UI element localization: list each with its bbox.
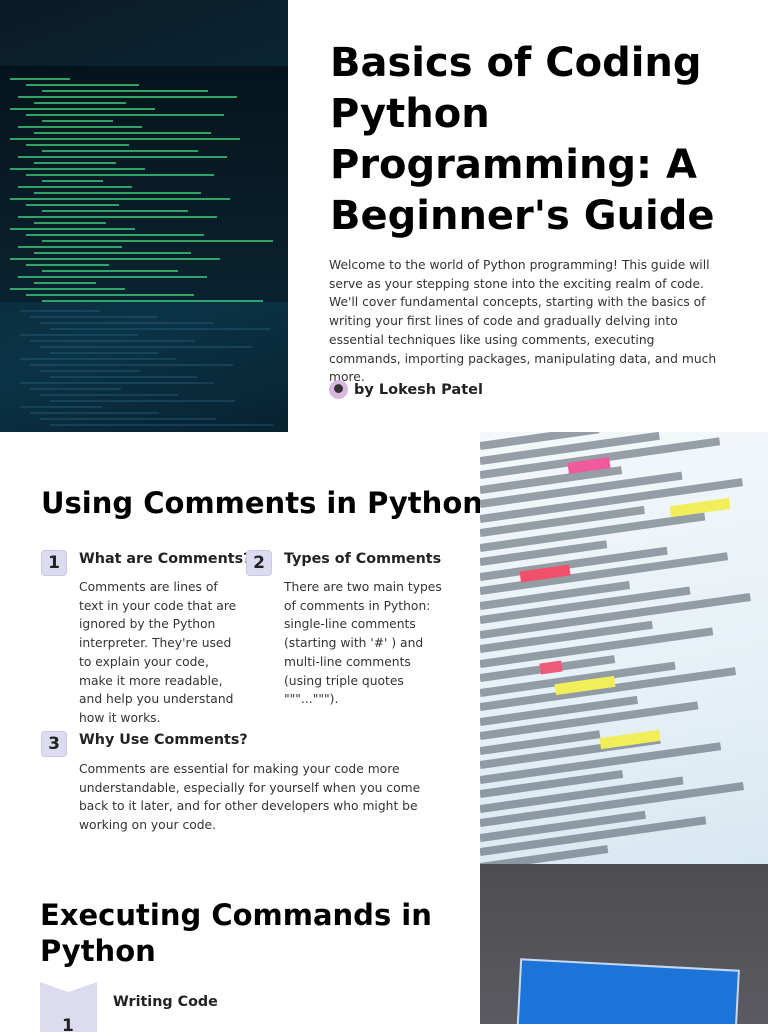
item-body: Comments are essential for making your c…: [79, 762, 421, 833]
code-line: [34, 222, 106, 224]
code-line: [50, 400, 235, 402]
code-highlight: [539, 660, 563, 675]
item-title: Types of Comments: [284, 551, 442, 567]
code-line: [34, 132, 211, 134]
laptop-image: [480, 864, 768, 1024]
executing-heading: Executing Commands in Python: [40, 898, 432, 968]
code-line: [34, 102, 126, 104]
code-line: [10, 108, 155, 110]
code-line: [30, 412, 159, 414]
code-line: [18, 186, 132, 188]
code-line: [20, 310, 100, 312]
code-line: [26, 84, 139, 86]
page-title: Basics of Coding Python Programming: A B…: [330, 40, 715, 239]
code-line: [40, 394, 178, 396]
code-line: [20, 382, 214, 384]
step-number-3: 3: [41, 731, 67, 757]
code-line: [30, 388, 121, 390]
code-line: [26, 264, 109, 266]
author-byline: by Lokesh Patel: [329, 380, 483, 399]
code-line: [42, 210, 188, 212]
code-line: [34, 252, 191, 254]
code-line: [26, 294, 194, 296]
code-line: [26, 234, 204, 236]
step-number-2: 2: [246, 550, 272, 576]
code-line: [42, 300, 263, 302]
avatar: [329, 380, 348, 399]
code-line: [42, 150, 198, 152]
code-line: [34, 282, 96, 284]
item-title: Writing Code: [113, 994, 218, 1010]
item-title: Why Use Comments?: [79, 732, 248, 748]
code-line: [42, 270, 178, 272]
code-line: [40, 418, 216, 420]
code-line: [18, 216, 217, 218]
intro-text: Welcome to the world of Python programmi…: [329, 258, 717, 385]
item-body: There are two main types of comments in …: [284, 580, 442, 707]
code-line: [34, 192, 201, 194]
code-line: [18, 276, 207, 278]
code-line: [10, 78, 70, 80]
code-line: [50, 376, 197, 378]
code-line: [26, 174, 214, 176]
code-line: [50, 424, 273, 426]
code-line: [42, 180, 103, 182]
code-line: [18, 246, 122, 248]
code-line: [18, 156, 227, 158]
code-line: [10, 258, 220, 260]
code-line: [50, 328, 271, 330]
code-line: [42, 120, 113, 122]
code-line: [18, 96, 237, 98]
comments-heading: Using Comments in Python: [41, 486, 483, 520]
code-line: [10, 288, 125, 290]
code-line: [26, 144, 129, 146]
step-number-1: 1: [41, 550, 67, 576]
code-line: [20, 334, 138, 336]
code-line: [30, 364, 233, 366]
code-line: [10, 138, 240, 140]
code-line: [20, 406, 102, 408]
code-line: [40, 346, 252, 348]
item-title: What are Comments?: [79, 551, 252, 567]
step-number: 1: [62, 1016, 74, 1036]
code-line: [18, 126, 142, 128]
item-body: Comments are lines of text in your code …: [79, 580, 237, 725]
code-line: [34, 162, 116, 164]
code-line: [40, 322, 214, 324]
code-line: [10, 168, 145, 170]
code-line: [10, 198, 230, 200]
author-name: by Lokesh Patel: [354, 381, 483, 398]
code-line: [30, 316, 157, 318]
code-line: [10, 228, 135, 230]
code-line: [26, 114, 224, 116]
code-line: [26, 204, 119, 206]
code-line: [40, 370, 140, 372]
code-line: [42, 240, 273, 242]
code-line: [30, 340, 195, 342]
code-line: [50, 352, 159, 354]
code-screen-image: [480, 432, 768, 864]
code-line: [20, 358, 176, 360]
code-line: [42, 90, 208, 92]
hero-code-image: [0, 0, 288, 432]
